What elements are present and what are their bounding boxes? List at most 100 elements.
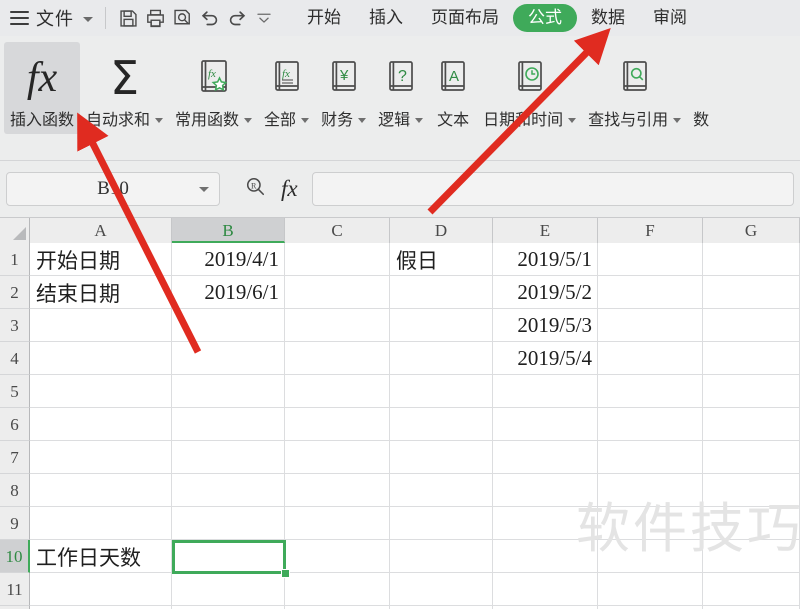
grid-cell[interactable] — [390, 540, 493, 573]
save-icon[interactable] — [115, 5, 142, 32]
grid-cell[interactable] — [493, 408, 598, 441]
grid-cell[interactable] — [598, 474, 703, 507]
tab-data[interactable]: 数据 — [577, 0, 639, 36]
financial-functions-button[interactable]: ¥ 财务 — [315, 42, 372, 134]
row-header-3[interactable]: 3 — [0, 309, 30, 342]
row-header-6[interactable]: 6 — [0, 408, 30, 441]
fx-icon[interactable]: fx — [281, 176, 298, 202]
chevron-down-icon[interactable] — [358, 118, 367, 123]
date-time-functions-button[interactable]: 日期和时间 — [477, 42, 582, 134]
grid-cell[interactable] — [703, 474, 800, 507]
grid-cell[interactable] — [285, 276, 390, 309]
select-all-corner[interactable] — [0, 218, 30, 243]
row-header-10[interactable]: 10 — [0, 540, 30, 573]
grid-cell[interactable] — [493, 573, 598, 606]
grid-cell[interactable] — [598, 540, 703, 573]
tab-page-layout[interactable]: 页面布局 — [417, 0, 513, 36]
grid-cell[interactable] — [390, 507, 493, 540]
grid-cell[interactable] — [172, 309, 285, 342]
grid-cell[interactable] — [30, 408, 172, 441]
grid-cell[interactable] — [598, 507, 703, 540]
grid-cell[interactable] — [598, 342, 703, 375]
hamburger-icon[interactable] — [6, 7, 32, 29]
grid-cell[interactable] — [703, 342, 800, 375]
grid-cell[interactable] — [598, 309, 703, 342]
grid-cell[interactable] — [285, 507, 390, 540]
cell-B1[interactable]: 2019/4/1 — [172, 243, 285, 276]
cell-E4[interactable]: 2019/5/4 — [493, 342, 598, 375]
chevron-down-icon[interactable] — [155, 118, 164, 123]
grid-cell[interactable] — [390, 408, 493, 441]
grid-cell[interactable] — [285, 573, 390, 606]
file-menu-label[interactable]: 文件 — [36, 5, 74, 31]
grid-cell[interactable] — [598, 276, 703, 309]
worksheet-grid[interactable]: A B C D E F G 1 2 3 4 5 6 7 8 9 10 11 12… — [0, 218, 800, 609]
grid-cell[interactable] — [493, 540, 598, 573]
row-header-1[interactable]: 1 — [0, 243, 30, 276]
grid-cell[interactable] — [172, 375, 285, 408]
grid-cell[interactable] — [172, 441, 285, 474]
column-header-g[interactable]: G — [703, 218, 800, 243]
chevron-down-icon[interactable] — [199, 186, 209, 192]
tab-formulas[interactable]: 公式 — [513, 4, 577, 32]
logical-functions-button[interactable]: ? 逻辑 — [372, 42, 429, 134]
redo-icon[interactable] — [223, 5, 250, 32]
cell-A2[interactable]: 结束日期 — [30, 276, 172, 309]
row-header-2[interactable]: 2 — [0, 276, 30, 309]
lookup-reference-button[interactable]: 查找与引用 — [582, 42, 687, 134]
grid-cell[interactable] — [703, 276, 800, 309]
formula-input[interactable] — [311, 172, 794, 206]
chevron-down-icon[interactable] — [301, 118, 310, 123]
grid-cell[interactable] — [703, 507, 800, 540]
grid-cell[interactable] — [703, 540, 800, 573]
grid-cell[interactable] — [390, 375, 493, 408]
grid-cell[interactable] — [703, 375, 800, 408]
tab-insert[interactable]: 插入 — [355, 0, 417, 36]
row-header-4[interactable]: 4 — [0, 342, 30, 375]
grid-cell[interactable] — [172, 573, 285, 606]
grid-cell[interactable] — [493, 441, 598, 474]
cell-E1[interactable]: 2019/5/1 — [493, 243, 598, 276]
grid-cell[interactable] — [598, 375, 703, 408]
grid-cell[interactable] — [390, 474, 493, 507]
grid-cell[interactable] — [390, 441, 493, 474]
grid-cell[interactable] — [598, 573, 703, 606]
row-header-7[interactable]: 7 — [0, 441, 30, 474]
all-functions-button[interactable]: fx 全部 — [258, 42, 315, 134]
grid-cell[interactable] — [172, 342, 285, 375]
grid-cell[interactable] — [390, 309, 493, 342]
grid-cell[interactable] — [285, 408, 390, 441]
grid-cell[interactable] — [285, 474, 390, 507]
grid-cell[interactable] — [172, 474, 285, 507]
grid-cell[interactable] — [493, 375, 598, 408]
cell-A10[interactable]: 工作日天数 — [30, 540, 172, 573]
print-preview-icon[interactable] — [169, 5, 196, 32]
text-functions-button[interactable]: A 文本 — [429, 42, 477, 134]
row-header-9[interactable]: 9 — [0, 507, 30, 540]
print-icon[interactable] — [142, 5, 169, 32]
grid-cell[interactable] — [285, 342, 390, 375]
grid-cell[interactable] — [285, 375, 390, 408]
cell-E2[interactable]: 2019/5/2 — [493, 276, 598, 309]
tab-start[interactable]: 开始 — [293, 0, 355, 36]
grid-cell[interactable] — [390, 573, 493, 606]
grid-cell[interactable] — [390, 276, 493, 309]
cell-A1[interactable]: 开始日期 — [30, 243, 172, 276]
grid-cell[interactable] — [703, 408, 800, 441]
grid-cell[interactable] — [30, 309, 172, 342]
chevron-down-icon[interactable] — [83, 17, 93, 22]
grid-cell[interactable] — [285, 540, 390, 573]
grid-cell[interactable] — [493, 507, 598, 540]
grid-cell[interactable] — [598, 408, 703, 441]
grid-cell[interactable] — [703, 573, 800, 606]
row-header-5[interactable]: 5 — [0, 375, 30, 408]
grid-cell[interactable] — [390, 342, 493, 375]
grid-cell[interactable] — [285, 243, 390, 276]
grid-cell[interactable] — [30, 507, 172, 540]
row-header-8[interactable]: 8 — [0, 474, 30, 507]
grid-cell[interactable] — [30, 342, 172, 375]
grid-cell[interactable] — [30, 573, 172, 606]
autosum-button[interactable]: Σ 自动求和 — [80, 42, 169, 134]
insert-function-button[interactable]: fx 插入函数 — [4, 42, 81, 134]
chevron-down-icon[interactable] — [673, 118, 682, 123]
